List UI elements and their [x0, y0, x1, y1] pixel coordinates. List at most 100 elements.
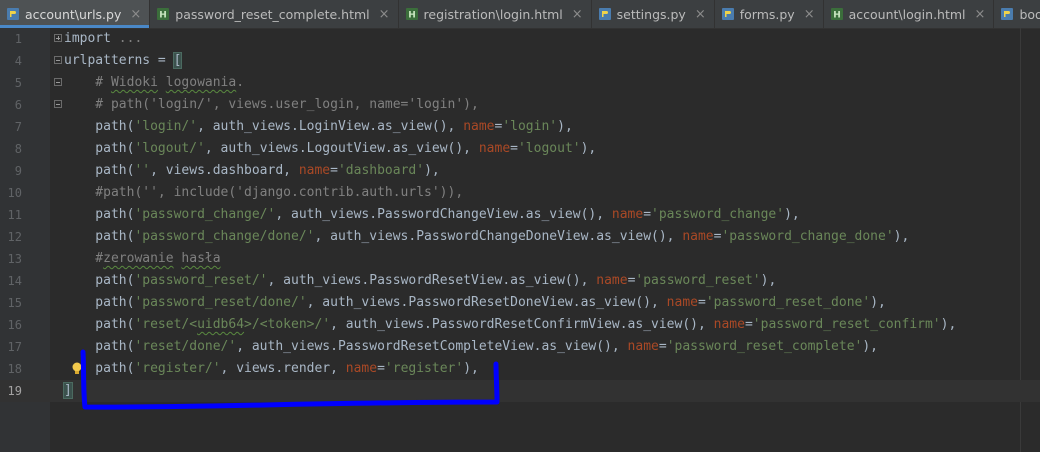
line-number: 12	[7, 230, 22, 244]
code-line[interactable]: 12 path('password_change/done/', auth_vi…	[0, 226, 1040, 248]
close-icon[interactable]: ×	[379, 7, 390, 22]
code-editor[interactable]: 1 import ... 4 urlpatterns = [5 # Widoki lo…	[0, 28, 1040, 452]
fold-expand-icon[interactable]	[54, 34, 62, 42]
close-icon[interactable]: ×	[130, 7, 141, 22]
code-token: >/<token>/'	[244, 317, 331, 332]
fold-collapse-icon[interactable]	[54, 56, 62, 64]
code-line[interactable]: 6 # path('login/', views.user_login, nam…	[0, 94, 1040, 116]
editor-tab-bar: account\urls.py × Hpassword_reset_complete…	[0, 0, 1040, 29]
code-line[interactable]: 10 #path('', include('django.contrib.aut…	[0, 182, 1040, 204]
code-line[interactable]: 9 path('', views.dashboard, name='dashbo…	[0, 160, 1040, 182]
tab-1[interactable]: Hpassword_reset_complete.html ×	[150, 0, 399, 28]
code-line[interactable]: 13 #zerowanie hasła	[0, 248, 1040, 270]
code-line[interactable]: 5 # Widoki logowania.	[0, 72, 1040, 94]
code-token: 'reset/done/'	[134, 339, 237, 354]
code-token: Widoki	[110, 75, 158, 90]
code-token: name	[478, 141, 511, 156]
code-token: ),	[940, 317, 957, 332]
code-token: 'password_reset/'	[134, 273, 268, 288]
tab-3[interactable]: settings.py ×	[592, 0, 715, 28]
line-number: 7	[14, 120, 22, 134]
code-line[interactable]: 4 urlpatterns = [	[0, 50, 1040, 72]
code-token: import	[64, 31, 119, 46]
code-token: name	[463, 119, 495, 134]
code-token: , auth_views.PasswordChangeDoneView.as_v…	[314, 229, 683, 244]
code-token: , auth_views.PasswordResetConfirmView.as…	[330, 317, 714, 332]
code-text: import ...	[64, 28, 142, 50]
code-token: name	[596, 273, 628, 288]
code-token: name	[298, 163, 331, 178]
code-line[interactable]: 1 import ...	[0, 28, 1040, 50]
python-file-icon	[1000, 7, 1014, 21]
code-line[interactable]: 7 path('login/', auth_views.LoginView.as…	[0, 116, 1040, 138]
tab-label: bookmarks\urls.py	[1019, 6, 1040, 22]
code-token: =	[643, 207, 652, 222]
code-lines: 1 import ... 4 urlpatterns = [5 # Widoki lo…	[0, 28, 1040, 402]
fold-collapse-icon[interactable]	[54, 100, 62, 108]
code-token: =	[377, 361, 385, 376]
code-token: 'register'	[384, 361, 464, 376]
line-number: 8	[14, 142, 22, 156]
code-token: 'dashboard'	[337, 163, 425, 178]
code-token: name	[682, 229, 714, 244]
code-text: # path('login/', views.user_login, name=…	[64, 94, 479, 116]
tab-label: registration\login.html	[423, 6, 563, 22]
code-token: ''	[134, 163, 151, 178]
code-token: name	[666, 295, 698, 310]
code-token: path(	[64, 317, 135, 332]
code-token: ),	[862, 339, 879, 354]
tab-label: settings.py	[616, 6, 686, 22]
code-line[interactable]: 8 path('logout/', auth_views.LogoutView.…	[0, 138, 1040, 160]
code-line[interactable]: 14 path('password_reset/', auth_views.Pa…	[0, 270, 1040, 292]
code-token: =	[510, 141, 518, 156]
close-icon[interactable]: ×	[695, 7, 706, 22]
code-text: urlpatterns = [	[64, 50, 183, 72]
code-text: #path('', include('django.contrib.auth.u…	[64, 182, 463, 204]
code-line[interactable]: 18 path('register/', views.render, name=…	[0, 358, 1040, 380]
code-token: uidb64	[197, 317, 245, 332]
code-text: path('login/', auth_views.LoginView.as_v…	[64, 116, 572, 138]
code-token: name	[627, 339, 659, 354]
close-icon[interactable]: ×	[804, 7, 815, 22]
code-token: ...	[118, 31, 143, 46]
code-token: =	[658, 339, 667, 354]
code-token: , views.render,	[220, 361, 346, 376]
code-token: , views.dashboard,	[150, 163, 299, 178]
close-icon[interactable]: ×	[572, 7, 583, 22]
line-number: 19	[7, 384, 22, 398]
code-line[interactable]: 15 path('password_reset/done/', auth_vie…	[0, 292, 1040, 314]
code-line[interactable]: 19]	[0, 380, 1040, 402]
close-icon[interactable]: ×	[975, 7, 986, 22]
fold-collapse-icon[interactable]	[54, 78, 62, 86]
line-number: 15	[7, 296, 22, 310]
code-line[interactable]: 17 path('reset/done/', auth_views.Passwo…	[0, 336, 1040, 358]
code-text: # Widoki logowania.	[64, 72, 244, 94]
tab-0[interactable]: account\urls.py ×	[0, 0, 151, 28]
code-token: path(	[64, 141, 135, 156]
code-token: # path('login/', views.user_login, name=…	[64, 97, 479, 112]
code-token: path(	[64, 119, 135, 134]
code-line[interactable]: 16 path('reset/<uidb64>/<token>/', auth_…	[0, 314, 1040, 336]
code-token: ),	[463, 361, 479, 376]
line-number: 4	[14, 54, 22, 68]
code-token: path(	[64, 273, 135, 288]
code-text: path('password_reset/done/', auth_views.…	[64, 292, 886, 314]
code-token: 'password_reset_complete'	[666, 339, 863, 354]
tab-5[interactable]: Haccount\login.html ×	[824, 0, 995, 28]
code-token: name	[713, 317, 745, 332]
line-number: 10	[7, 186, 22, 200]
code-line[interactable]: 11 path('password_change/', auth_views.P…	[0, 204, 1040, 226]
code-token: =	[744, 317, 753, 332]
code-token: 'logout/'	[134, 141, 205, 156]
tab-2[interactable]: Hregistration\login.html ×	[399, 0, 592, 28]
code-token: 'password_reset/done/'	[134, 295, 307, 310]
code-text: path('password_reset/', auth_views.Passw…	[64, 270, 776, 292]
svg-text:H: H	[833, 11, 841, 21]
code-text: ]	[63, 380, 73, 402]
tab-label: password_reset_complete.html	[175, 6, 370, 22]
tab-6[interactable]: bookmarks\urls.py×	[994, 0, 1040, 28]
line-number: 6	[14, 98, 22, 112]
code-token: 'password_reset_confirm'	[752, 317, 941, 332]
tab-4[interactable]: forms.py ×	[715, 0, 824, 28]
code-text: #zerowanie hasła	[64, 248, 220, 270]
